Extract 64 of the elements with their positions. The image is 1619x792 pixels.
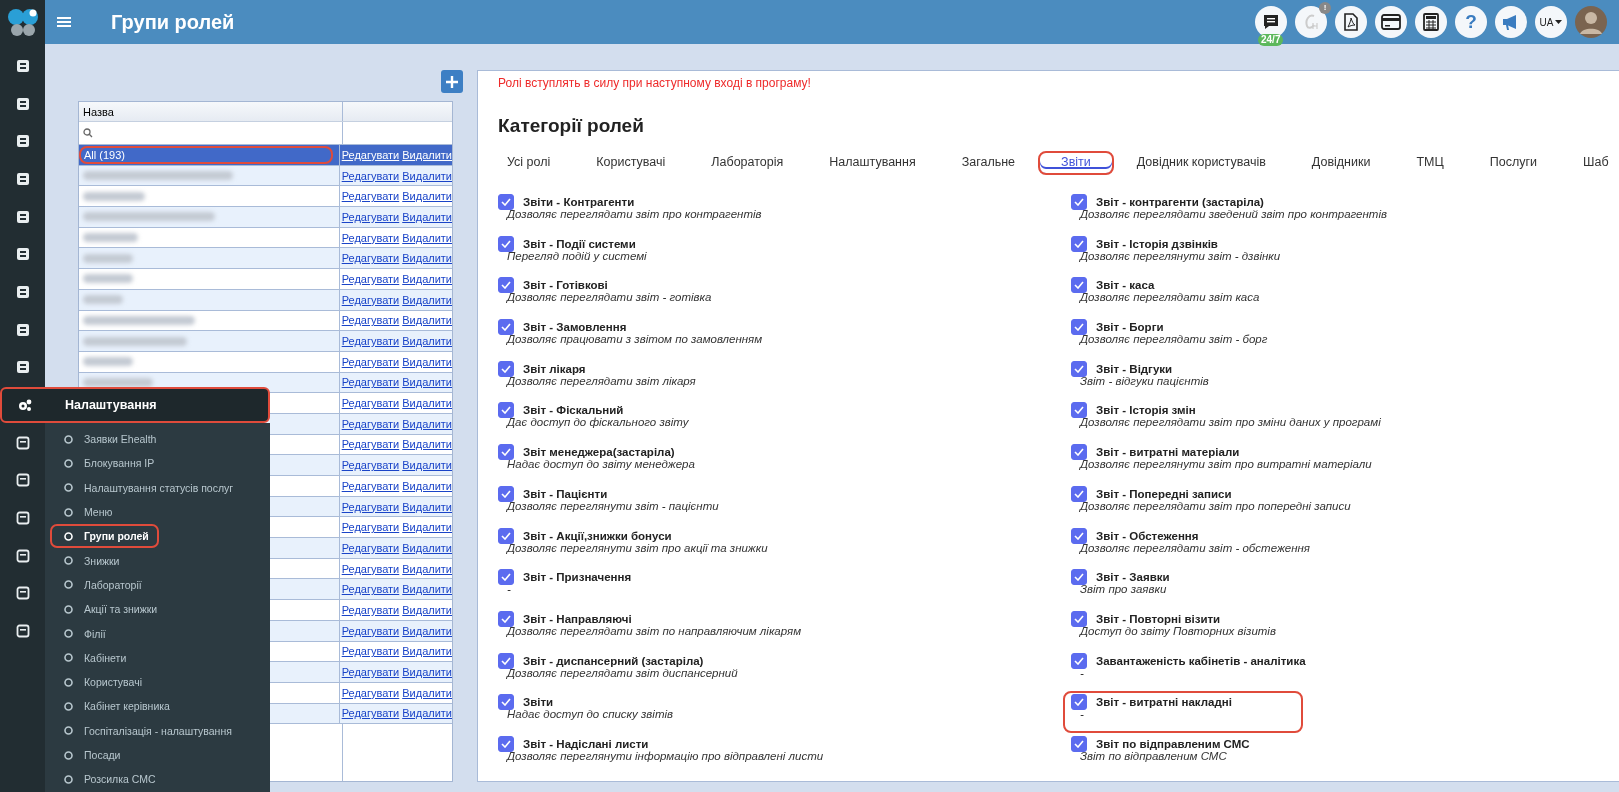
permission-description: Дозволяє переглядати звіт - борг: [1078, 333, 1268, 346]
permission-description: Звіт - відгуки пацієнтів: [1079, 374, 1209, 387]
permission-title: Звіт - Події системи: [523, 237, 636, 250]
permission-description: -: [506, 583, 512, 596]
permission-description: Дозволяє переглядати звіт про попередні записи: [1078, 499, 1351, 512]
permission-title: Звіт - Призначення: [523, 571, 632, 584]
permission-title: Звіт - Борги: [1096, 321, 1164, 334]
permission-description: Дозволяє переглянути інформацію про відправлені листи: [505, 749, 824, 762]
permission-title: Звіт - витратні матеріали: [1096, 446, 1240, 459]
permission-title: Завантаженість кабінетів - аналітика: [1096, 654, 1306, 667]
permission-description: Дозволяє переглядати зведений звіт про контрагентів: [1078, 208, 1387, 220]
alert-badge: !: [1319, 2, 1331, 14]
permission-description: Дозволяє працювати з звітом по замовленням: [505, 333, 763, 346]
permission-description: Звіт по відправленим СМС: [1079, 749, 1228, 762]
permission-title: Звіт - Історія дзвінків: [1096, 237, 1218, 250]
permission-description: Дозволяє переглянути звіт про акції та знижки: [505, 541, 768, 554]
permission-title: Звіт - диспансерний (застаріла): [523, 654, 704, 667]
permission-title: Звіт - Обстеження: [1096, 529, 1199, 542]
permission-title: Звіт - Відгуки: [1096, 362, 1173, 375]
notice-text: Ролі вступлять в силу при наступному вході в програму!: [498, 76, 812, 90]
permission-description: Перегляд подій у системі: [506, 249, 647, 262]
page-title: Групи ролей: [111, 10, 235, 34]
permission-description: Дає доступ до фіскального звіту: [505, 416, 689, 429]
permission-title: Звіт менеджера(застаріла): [523, 446, 675, 459]
permission-title: Звіт - Акції,знижки бонуси: [523, 529, 672, 542]
permission-description: Дозволяє переглядати звіт - обстеження: [1078, 541, 1310, 554]
permission-title: Звіти: [523, 696, 554, 709]
permission-description: Дозволяє переглянути звіт - дзвінки: [1078, 249, 1281, 262]
permission-description: Надає доступ до звіту менеджера: [506, 458, 695, 471]
panel-title: Категорії ролей: [498, 115, 645, 137]
permission-title: Звіт - Направляючі: [523, 612, 632, 625]
permission-title: Звіт - Замовлення: [523, 321, 627, 334]
permission-title: Звіт лікаря: [523, 362, 586, 375]
permission-description: Дозволяє переглянути звіт - пацієнти: [505, 499, 719, 512]
permission-title: Звіт по відправленим СМС: [1096, 737, 1250, 750]
permission-description: Дозволяє переглядати звіт - готівка: [505, 291, 712, 304]
menu-title: Налаштування: [65, 398, 157, 412]
permission-description: Дозволяє переглядати звіт про зміни даних у програмі: [1078, 416, 1381, 429]
permission-description: -: [1079, 708, 1085, 721]
permission-title: Звіт - витратні накладні: [1096, 696, 1232, 709]
permission-title: Звіт - Повторні візити: [1096, 612, 1221, 625]
support-badge: 24/7: [1258, 34, 1284, 46]
permission-description: Дозволяє переглянути звіт про витратні матеріали: [1078, 458, 1372, 471]
permission-description: Дозволяє переглядати звіт лікаря: [505, 374, 696, 387]
permission-description: Дозволяє переглядати звіт по направляючим лікарям: [505, 624, 801, 637]
permission-description: Звіт про заявки: [1079, 583, 1168, 596]
permission-title: Звіт - Надіслані листи: [523, 737, 649, 750]
permission-title: Звіт - Готівкові: [523, 279, 608, 292]
permission-title: Звіт - Фіскальний: [523, 404, 624, 417]
column-header: Назва: [79, 102, 343, 121]
role-name: All (193): [79, 145, 333, 164]
permission-title: Звіт - контрагенти (застаріла): [1096, 196, 1264, 208]
permission-title: Звіт - каса: [1096, 279, 1155, 292]
permission-title: Звіт - Пацієнти: [523, 487, 608, 500]
permission-title: Звіт - Історія змін: [1096, 404, 1196, 417]
permission-title: Звіт - Заявки: [1096, 571, 1170, 584]
permission-description: -: [1079, 666, 1085, 679]
permission-description: Дозволяє переглядати звіт диспансерний: [505, 666, 738, 679]
permission-description: Доступ до звіту Повторних візитів: [1078, 624, 1276, 637]
permission-title: Звіт - Попередні записи: [1096, 487, 1232, 500]
permission-description: Надає доступ до списку звітів: [506, 708, 674, 721]
permission-description: Дозволяє переглядати звіт про контрагентів: [505, 208, 762, 220]
permission-title: Звіти - Контрагенти: [523, 196, 635, 208]
permission-description: Дозволяє переглядати звіт каса: [1078, 291, 1260, 304]
